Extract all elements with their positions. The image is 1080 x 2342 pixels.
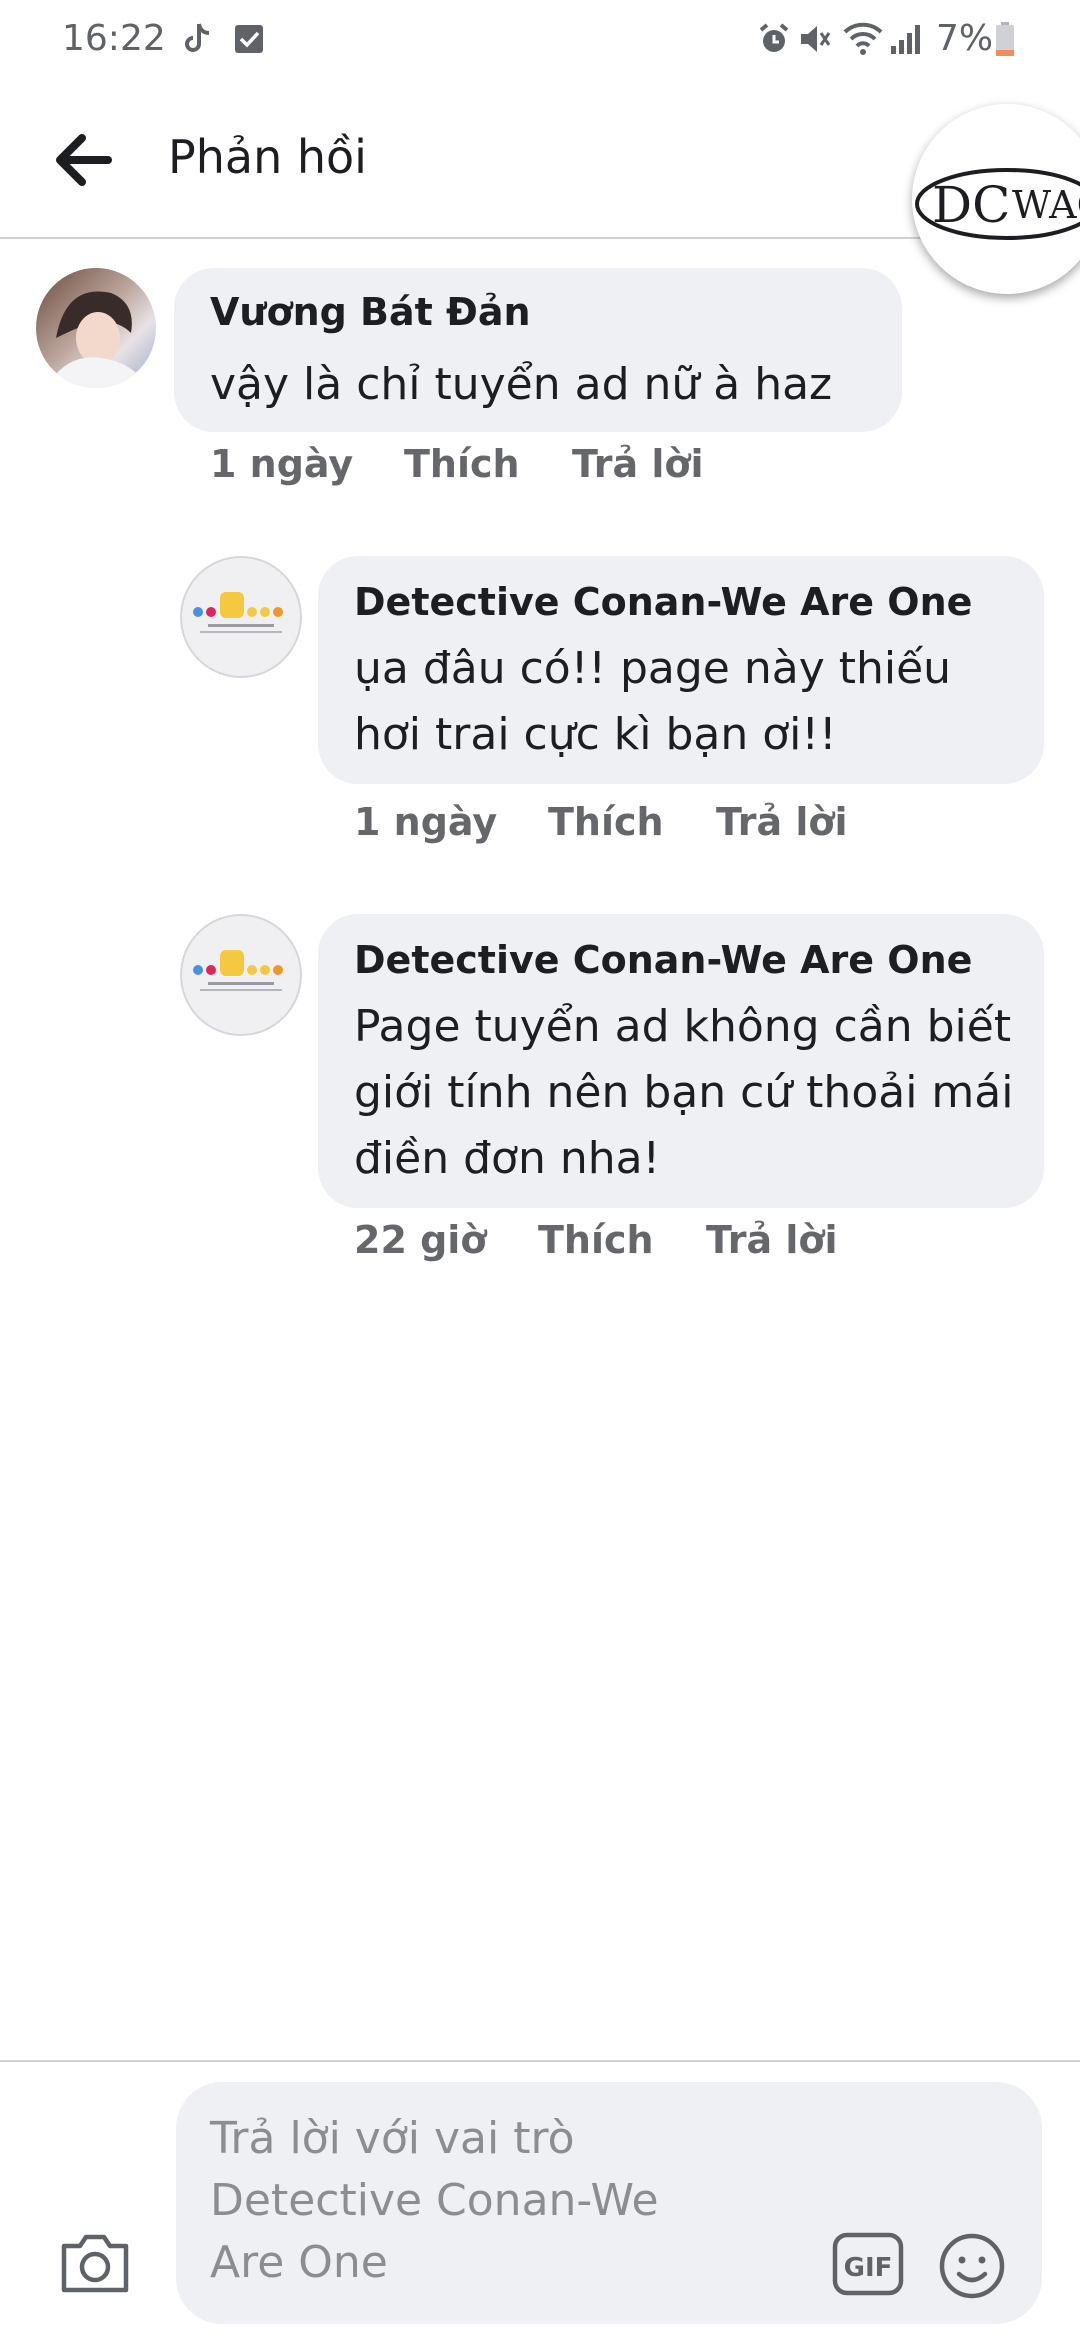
tiktok-icon xyxy=(185,23,210,52)
avatar[interactable] xyxy=(36,268,156,388)
like-button[interactable]: Thích xyxy=(548,800,664,844)
app-header: Phản hồi DC WAO xyxy=(0,82,1080,294)
comment-author[interactable]: Vương Bát Đản xyxy=(210,290,531,334)
reaction-logo-icon xyxy=(193,592,283,633)
like-button[interactable]: Thích xyxy=(538,1218,654,1262)
reply-composer: Trả lời với vai trò Detective Conan-We A… xyxy=(0,2060,1080,2342)
reply-placeholder: Trả lời với vai trò Detective Conan-We A… xyxy=(210,2113,659,2288)
back-arrow-icon[interactable] xyxy=(52,132,114,188)
dc-wao-logo-icon: DC WAO xyxy=(913,105,1080,293)
status-bar: 16:22 7% xyxy=(0,0,1080,82)
gif-icon[interactable]: GIF xyxy=(832,2232,904,2296)
svg-text:WAO: WAO xyxy=(1012,183,1080,227)
battery-icon xyxy=(996,22,1014,56)
reply-button[interactable]: Trả lời xyxy=(706,1218,838,1262)
reply-button[interactable]: Trả lời xyxy=(572,442,704,486)
status-time: 16:22 xyxy=(62,18,166,59)
alarm-icon xyxy=(759,23,789,52)
mute-icon xyxy=(801,26,831,52)
reaction-logo-icon xyxy=(193,950,283,991)
camera-icon[interactable] xyxy=(58,2230,132,2296)
wifi-icon xyxy=(843,22,883,55)
comment-text: ụa đâu có!! page này thiếu hơi trai cực … xyxy=(354,643,952,760)
page-avatar[interactable] xyxy=(180,914,302,1036)
page-avatar[interactable] xyxy=(180,556,302,678)
user-photo-icon xyxy=(46,291,146,388)
page-logo-badge[interactable]: DC WAO xyxy=(912,104,1080,294)
comment-text: vậy là chỉ tuyển ad nữ à haz xyxy=(210,359,833,410)
comment-time: 1 ngày xyxy=(354,800,498,844)
comment-author[interactable]: Detective Conan-We Are One xyxy=(354,938,972,982)
like-button[interactable]: Thích xyxy=(404,442,520,486)
emoji-icon[interactable] xyxy=(938,2232,1006,2300)
page-title: Phản hồi xyxy=(168,130,367,184)
svg-text:DC: DC xyxy=(932,176,1010,234)
reply-button[interactable]: Trả lời xyxy=(716,800,848,844)
comment-time: 22 giờ xyxy=(354,1218,487,1262)
signal-icon xyxy=(891,25,920,54)
gif-label: GIF xyxy=(844,2253,893,2283)
comment-text: Page tuyển ad không cần biết giới tính n… xyxy=(354,1001,1014,1184)
comment-time: 1 ngày xyxy=(210,442,354,486)
comment-author[interactable]: Detective Conan-We Are One xyxy=(354,580,972,624)
check-icon xyxy=(235,25,263,53)
battery-percent: 7% xyxy=(936,18,994,59)
reply-input[interactable]: Trả lời với vai trò Detective Conan-We A… xyxy=(176,2082,1042,2324)
